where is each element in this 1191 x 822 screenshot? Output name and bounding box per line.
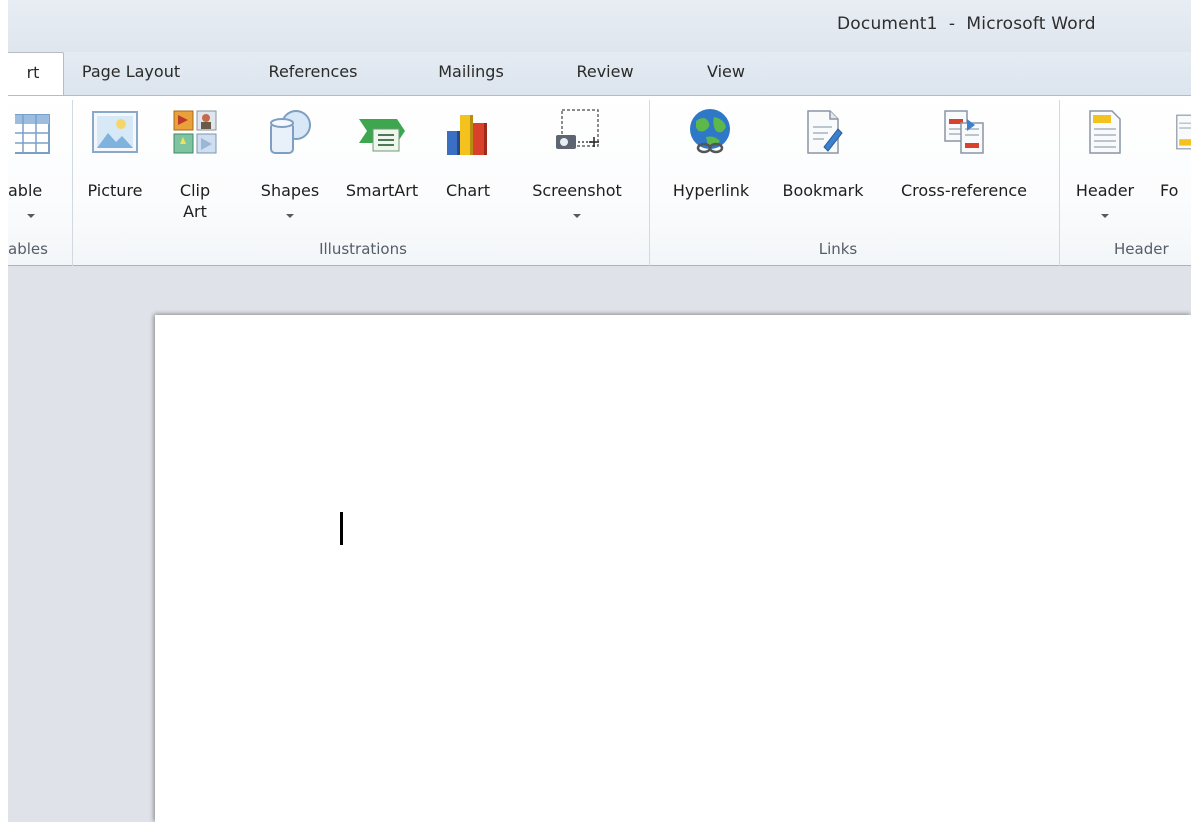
- dropdown-arrow-icon: [573, 214, 581, 218]
- ribbon: able ables Picture Clip Art Shapes Smart…: [8, 95, 1191, 268]
- screenshot-label: Screenshot: [532, 181, 622, 200]
- ribbon-tab-row: rt Page Layout References Mailings Revie…: [2, 52, 1191, 97]
- group-separator: [649, 100, 650, 268]
- shapes-button[interactable]: Shapes: [254, 102, 326, 234]
- document-workspace: [8, 266, 1191, 822]
- tab-page-layout[interactable]: Page Layout: [75, 52, 187, 94]
- tab-mailings[interactable]: Mailings: [421, 52, 521, 94]
- cross-reference-label: Cross-reference: [900, 181, 1028, 200]
- bookmark-label: Bookmark: [782, 181, 864, 200]
- cross-reference-button[interactable]: Cross-reference: [884, 102, 1044, 234]
- tab-view[interactable]: View: [692, 52, 760, 94]
- footer-button[interactable]: Fo: [1156, 102, 1191, 234]
- table-icon: [15, 114, 50, 154]
- tab-review[interactable]: Review: [564, 52, 646, 94]
- text-cursor: [340, 512, 343, 545]
- chart-button[interactable]: Chart: [438, 102, 498, 234]
- clip-art-icon: [173, 110, 217, 154]
- clip-art-button[interactable]: Clip Art: [168, 102, 222, 234]
- table-button[interactable]: able: [0, 102, 62, 234]
- tab-insert[interactable]: rt: [2, 52, 64, 97]
- title-bar: Document1 - Microsoft Word: [8, 0, 1191, 52]
- group-separator: [1059, 100, 1060, 268]
- chart-icon: [447, 115, 487, 155]
- document-page[interactable]: [155, 315, 1191, 822]
- chart-label: Chart: [446, 181, 490, 200]
- group-label-links: Links: [818, 240, 858, 258]
- hyperlink-button[interactable]: Hyperlink: [658, 102, 764, 234]
- window-left-edge: [0, 0, 8, 822]
- clip-art-label-line1: Clip: [179, 181, 211, 200]
- header-icon: [1089, 110, 1121, 154]
- dropdown-arrow-icon: [1101, 214, 1109, 218]
- group-label-tables: ables: [8, 240, 48, 258]
- screenshot-icon: [556, 109, 599, 149]
- hyperlink-icon: [690, 109, 730, 154]
- group-label-header-footer: Header: [1114, 240, 1169, 258]
- table-label: able: [8, 181, 43, 200]
- cross-reference-icon: [944, 110, 984, 154]
- picture-icon: [92, 111, 138, 153]
- clip-art-label-line2: Art: [183, 202, 207, 221]
- smartart-icon: [359, 119, 405, 152]
- tab-references[interactable]: References: [253, 52, 373, 94]
- smartart-button[interactable]: SmartArt: [337, 102, 427, 234]
- dropdown-arrow-icon: [286, 214, 294, 218]
- bookmark-icon: [807, 110, 843, 154]
- screenshot-button[interactable]: Screenshot: [514, 102, 640, 234]
- shapes-icon: [270, 110, 311, 154]
- hyperlink-label: Hyperlink: [672, 181, 750, 200]
- window-title: Document1 - Microsoft Word: [837, 14, 1096, 34]
- smartart-label: SmartArt: [345, 181, 419, 200]
- picture-button[interactable]: Picture: [82, 102, 148, 234]
- bookmark-button[interactable]: Bookmark: [768, 102, 878, 234]
- footer-label: Fo: [1160, 181, 1179, 200]
- header-button[interactable]: Header: [1069, 102, 1141, 234]
- group-separator: [72, 100, 73, 268]
- dropdown-arrow-icon: [27, 214, 35, 218]
- header-label: Header: [1075, 181, 1135, 200]
- shapes-label: Shapes: [260, 181, 320, 200]
- picture-label: Picture: [87, 181, 143, 200]
- footer-icon: [1176, 114, 1191, 150]
- group-label-illustrations: Illustrations: [319, 240, 407, 258]
